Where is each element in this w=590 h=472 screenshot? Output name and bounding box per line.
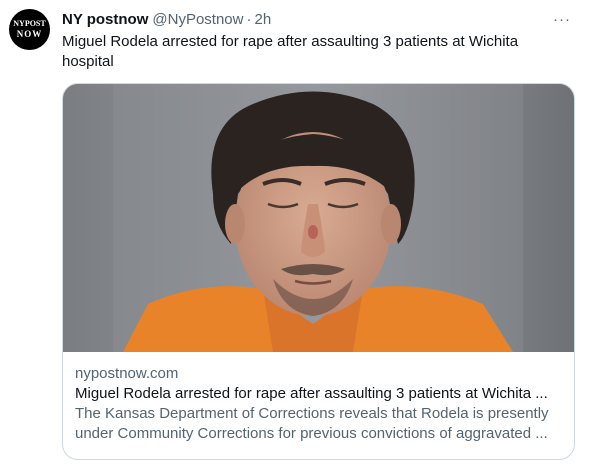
- card-description: The Kansas Department of Corrections rev…: [75, 405, 549, 442]
- card-title: Miguel Rodela arrested for rape after as…: [75, 385, 548, 402]
- avatar-logo-line2: NOW: [16, 29, 43, 39]
- link-card[interactable]: nypostnow.com Miguel Rodela arrested for…: [62, 83, 575, 460]
- avatar-logo-line1: NYPOST: [13, 19, 46, 28]
- more-options-icon[interactable]: ···: [552, 9, 572, 29]
- tweet[interactable]: NYPOST NOW NY postnow @NyPostnow · 2h ··…: [0, 0, 590, 472]
- author-handle[interactable]: @NyPostnow: [152, 11, 243, 28]
- more-options-label: ···: [553, 10, 571, 28]
- mugshot-photo: [63, 84, 574, 352]
- avatar[interactable]: NYPOST NOW: [9, 9, 50, 50]
- separator-dot: ·: [246, 10, 252, 28]
- author-name[interactable]: NY postnow: [62, 11, 148, 28]
- timestamp[interactable]: 2h: [254, 11, 271, 28]
- tweet-header: NY postnow @NyPostnow · 2h: [62, 9, 271, 29]
- card-domain: nypostnow.com: [75, 365, 179, 382]
- card-image[interactable]: [63, 84, 574, 352]
- card-meta: nypostnow.com Miguel Rodela arrested for…: [63, 352, 574, 444]
- tweet-text: Miguel Rodela arrested for rape after as…: [62, 33, 519, 70]
